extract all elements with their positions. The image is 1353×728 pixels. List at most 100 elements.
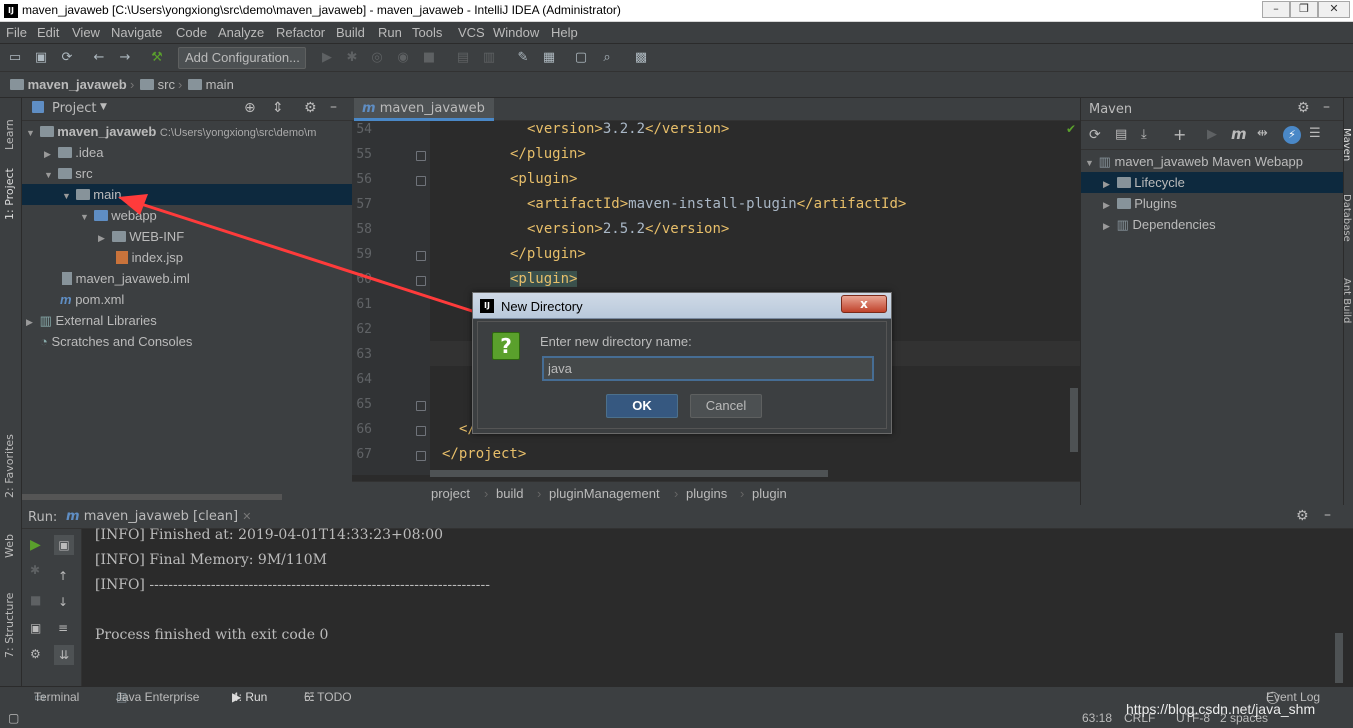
close-icon[interactable]: ✕ xyxy=(242,510,251,523)
code-line[interactable]: <plugin> xyxy=(510,271,578,287)
toggle-tree-icon[interactable]: ▣ xyxy=(54,535,74,555)
debug-icon[interactable]: ✱ xyxy=(30,563,40,577)
menu-help[interactable]: Help xyxy=(551,25,578,40)
run-icon[interactable]: ▶ xyxy=(318,49,336,67)
code-line[interactable]: <plugin> xyxy=(510,171,577,187)
vertical-scrollbar[interactable] xyxy=(1070,388,1078,452)
caret-position[interactable]: 63:18 xyxy=(1082,711,1112,725)
breadcrumb-project[interactable]: maven_javaweb xyxy=(10,77,127,92)
hide-icon[interactable]: – xyxy=(1323,99,1330,115)
rerun-icon[interactable]: ▶ xyxy=(30,537,41,553)
tree-item-root[interactable]: ▼ maven_javaweb C:\Users\yongxiong\src\d… xyxy=(22,121,352,142)
fold-marker-icon[interactable] xyxy=(416,451,426,461)
fold-marker-icon[interactable] xyxy=(416,176,426,186)
execute-goal-icon[interactable]: m xyxy=(1231,125,1247,143)
gear-icon[interactable]: ⚙ xyxy=(304,100,317,116)
chevron-down-icon[interactable]: ▼ xyxy=(100,102,107,112)
profile-icon[interactable]: ◉ xyxy=(394,49,412,67)
build-hammer-icon[interactable]: ⚒ xyxy=(148,49,166,67)
debug-icon[interactable]: ✱ xyxy=(343,49,361,67)
add-configuration-button[interactable]: Add Configuration... xyxy=(178,47,306,69)
tree-item-src[interactable]: ▼ src xyxy=(22,163,352,184)
database-tool-tab[interactable]: Database xyxy=(1341,194,1352,242)
gear-icon[interactable]: ⚙ xyxy=(1296,508,1309,524)
code-line[interactable]: </plugin> xyxy=(510,146,586,162)
menu-navigate[interactable]: Navigate xyxy=(111,25,162,40)
download-icon[interactable]: ⤓ xyxy=(1141,127,1147,142)
project-tool-tab[interactable]: 1: Project xyxy=(3,168,16,220)
search-icon[interactable]: ⌕ xyxy=(598,49,616,67)
collapse-icon[interactable]: ⇕ xyxy=(272,100,284,116)
code-line[interactable]: <artifactId>maven-install-plugin</artifa… xyxy=(527,196,906,212)
code-line[interactable]: <version>3.2.2</version> xyxy=(527,121,729,137)
menu-analyze[interactable]: Analyze xyxy=(218,25,264,40)
tree-item-external-libraries[interactable]: ▶ ▥ External Libraries xyxy=(22,310,352,331)
inspection-ok-icon[interactable]: ✔ xyxy=(1066,122,1076,136)
tree-item-main[interactable]: ▼ main xyxy=(22,184,352,205)
settings-icon[interactable]: ⚙ xyxy=(30,647,41,661)
window-layout-icon[interactable]: ▢ xyxy=(572,49,590,67)
menu-view[interactable]: View xyxy=(72,25,100,40)
add-icon[interactable]: + xyxy=(1173,125,1186,144)
hide-icon[interactable]: – xyxy=(1324,507,1331,523)
hide-icon[interactable]: – xyxy=(330,99,337,115)
breadcrumb-project-tag[interactable]: project xyxy=(431,486,470,501)
menu-build[interactable]: Build xyxy=(336,25,365,40)
directory-name-input[interactable] xyxy=(542,356,874,381)
camera-icon[interactable]: ▣ xyxy=(30,621,41,635)
scroll-to-end-icon[interactable]: ⇊ xyxy=(54,645,74,665)
web-tool-tab[interactable]: Web xyxy=(3,534,16,558)
project-view-selector[interactable]: Project xyxy=(52,101,96,116)
menu-tools[interactable]: Tools xyxy=(412,25,442,40)
soft-wrap-icon[interactable]: ≡ xyxy=(58,621,68,635)
maven-tree-dependencies[interactable]: ▶ ▥ Dependencies xyxy=(1081,214,1343,235)
ant-build-tool-tab[interactable]: Ant Build xyxy=(1341,278,1352,323)
tree-item-iml[interactable]: maven_javaweb.iml xyxy=(22,268,352,289)
tree-item-scratches[interactable]: ◔ Scratches and Consoles xyxy=(22,331,352,352)
task-icon[interactable]: ▩ xyxy=(632,49,650,67)
fold-marker-icon[interactable] xyxy=(416,426,426,436)
minimize-button[interactable]: – xyxy=(1262,1,1290,18)
ok-button[interactable]: OK xyxy=(606,394,678,418)
toggle-offline-icon[interactable]: ⇹ xyxy=(1257,126,1268,141)
down-arrow-icon[interactable]: ↓ xyxy=(58,595,68,609)
open-folder-icon[interactable]: ▭ xyxy=(6,49,24,67)
menu-edit[interactable]: Edit xyxy=(37,25,59,40)
maven-tool-tab[interactable]: Maven xyxy=(1341,128,1352,161)
vertical-scrollbar[interactable] xyxy=(1335,633,1343,683)
back-arrow-icon[interactable]: ← xyxy=(90,49,108,67)
maven-tree-lifecycle[interactable]: ▶ Lifecycle xyxy=(1081,172,1343,193)
gear-icon[interactable]: ⚙ xyxy=(1297,100,1310,116)
breadcrumb-build-tag[interactable]: build xyxy=(496,486,523,501)
breadcrumb-pluginmanagement-tag[interactable]: pluginManagement xyxy=(549,486,660,501)
menu-window[interactable]: Window xyxy=(493,25,539,40)
menu-refactor[interactable]: Refactor xyxy=(276,25,325,40)
tree-item-webapp[interactable]: ▼ webapp xyxy=(22,205,352,226)
tree-item-index-jsp[interactable]: index.jsp xyxy=(22,247,352,268)
project-structure-icon[interactable]: ▦ xyxy=(540,49,558,67)
sync-icon[interactable]: ⟳ xyxy=(58,49,76,67)
fold-marker-icon[interactable] xyxy=(416,151,426,161)
fold-marker-icon[interactable] xyxy=(416,401,426,411)
generate-sources-icon[interactable]: ▤ xyxy=(1115,127,1127,142)
menu-vcs[interactable]: VCS xyxy=(458,25,485,40)
wrench-settings-icon[interactable]: ✎ xyxy=(514,49,532,67)
show-dependencies-icon[interactable]: ☰ xyxy=(1309,126,1321,141)
fold-marker-icon[interactable] xyxy=(416,276,426,286)
horizontal-scrollbar[interactable] xyxy=(22,494,282,500)
learn-tool-tab[interactable]: Learn xyxy=(3,119,16,150)
fold-marker-icon[interactable] xyxy=(416,251,426,261)
vcs-update-icon[interactable]: ▤ xyxy=(454,49,472,67)
locate-icon[interactable]: ⊕ xyxy=(244,100,256,116)
favorites-tool-tab[interactable]: 2: Favorites xyxy=(3,434,16,498)
tree-item-idea[interactable]: ▶ .idea xyxy=(22,142,352,163)
horizontal-scrollbar[interactable] xyxy=(430,470,828,477)
close-window-button[interactable]: ✕ xyxy=(1318,1,1350,18)
code-line[interactable]: <version>2.5.2</version> xyxy=(527,221,729,237)
stop-icon[interactable]: ■ xyxy=(420,49,438,67)
maven-tree-plugins[interactable]: ▶ Plugins xyxy=(1081,193,1343,214)
tab-run-clean[interactable]: m maven_javaweb [clean] ✕ xyxy=(66,509,251,524)
reimport-icon[interactable]: ⟳ xyxy=(1089,127,1101,143)
skip-tests-icon[interactable]: ⚡ xyxy=(1283,126,1301,144)
tree-item-pom[interactable]: m pom.xml xyxy=(22,289,352,310)
